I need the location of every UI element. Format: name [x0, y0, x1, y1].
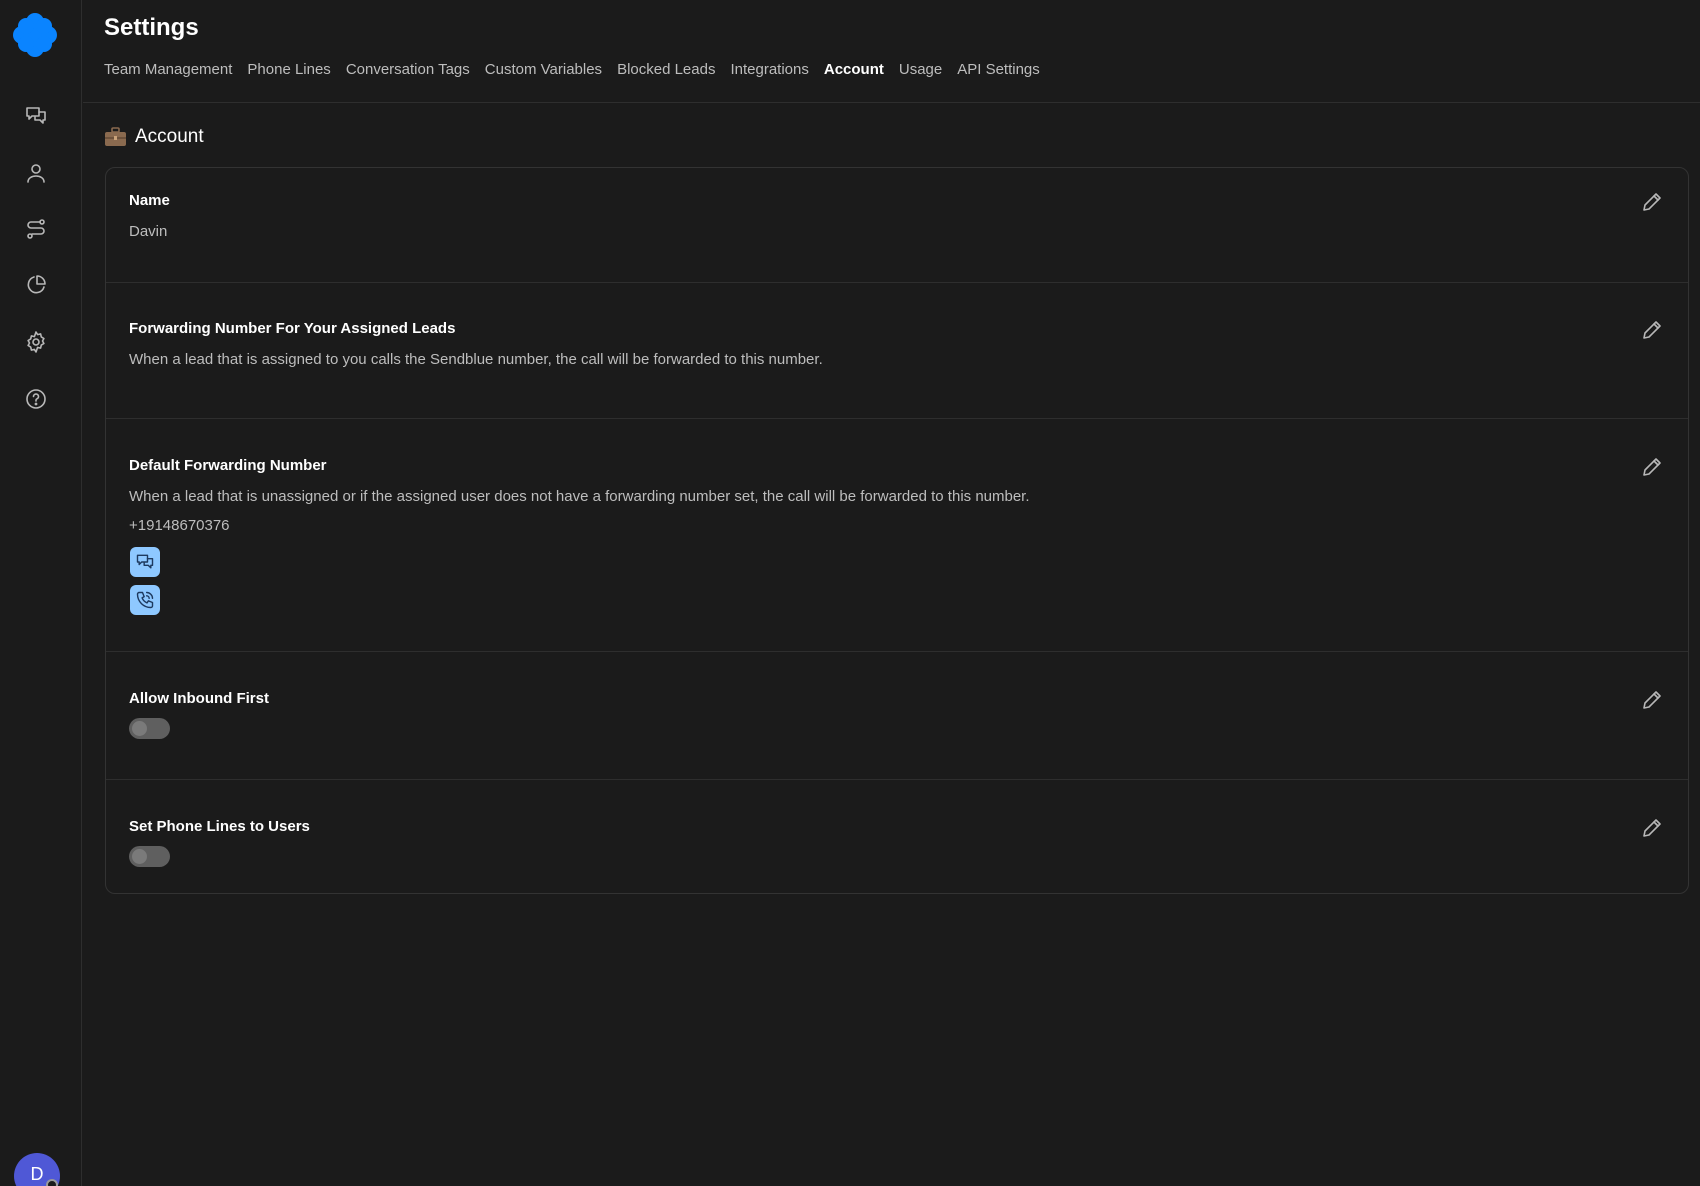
allow-inbound-first-label: Allow Inbound First	[129, 690, 269, 707]
help-nav[interactable]	[21, 384, 51, 414]
toggle-knob	[132, 849, 147, 864]
contacts-nav[interactable]	[21, 158, 51, 188]
briefcase-icon	[105, 127, 126, 146]
message-number-button[interactable]	[130, 547, 160, 577]
edit-assigned-forwarding-button[interactable]	[1640, 318, 1666, 344]
analytics-nav[interactable]	[21, 270, 51, 300]
app-root: D Settings Team Management Phone Lines C…	[0, 0, 1700, 1186]
set-phone-lines-setting: Set Phone Lines to Users	[106, 780, 1688, 895]
pencil-icon	[1643, 819, 1661, 837]
pencil-icon	[1643, 691, 1661, 709]
sidebar: D	[0, 0, 82, 1186]
tab-usage[interactable]: Usage	[899, 61, 942, 78]
sendblue-logo[interactable]	[12, 12, 58, 58]
chat-bubbles-icon	[26, 107, 46, 124]
default-forwarding-number: +19148670376	[129, 517, 230, 534]
user-avatar[interactable]: D	[14, 1153, 60, 1186]
pencil-icon	[1643, 193, 1661, 211]
section-heading: Account	[104, 126, 204, 148]
phone-call-icon	[136, 591, 154, 609]
status-dot	[46, 1179, 58, 1186]
pie-chart-icon	[27, 275, 46, 294]
default-forwarding-label: Default Forwarding Number	[129, 457, 327, 474]
name-label: Name	[129, 192, 170, 209]
call-number-button[interactable]	[130, 585, 160, 615]
avatar-initial: D	[30, 1164, 44, 1184]
pencil-icon	[1643, 321, 1661, 339]
routing-icon	[27, 219, 45, 239]
user-icon	[27, 164, 45, 183]
tab-integrations[interactable]: Integrations	[730, 61, 808, 78]
tab-team-management[interactable]: Team Management	[104, 61, 232, 78]
assigned-forwarding-label: Forwarding Number For Your Assigned Lead…	[129, 320, 456, 337]
tab-phone-lines[interactable]: Phone Lines	[247, 61, 330, 78]
set-phone-lines-label: Set Phone Lines to Users	[129, 818, 310, 835]
account-settings-card: Name Davin Forwarding Number For Your As…	[105, 167, 1689, 894]
tab-api-settings[interactable]: API Settings	[957, 61, 1040, 78]
assigned-forwarding-description: When a lead that is assigned to you call…	[129, 351, 823, 368]
settings-nav[interactable]	[21, 327, 51, 357]
tab-blocked-leads[interactable]: Blocked Leads	[617, 61, 715, 78]
assigned-forwarding-setting: Forwarding Number For Your Assigned Lead…	[106, 283, 1688, 419]
tab-account[interactable]: Account	[824, 61, 884, 78]
default-forwarding-setting: Default Forwarding Number When a lead th…	[106, 419, 1688, 652]
default-forwarding-description: When a lead that is unassigned or if the…	[129, 488, 1030, 505]
tab-conversation-tags[interactable]: Conversation Tags	[346, 61, 470, 78]
page-title: Settings	[104, 14, 199, 41]
page-header: Settings Team Management Phone Lines Con…	[83, 0, 1700, 103]
help-circle-icon	[26, 389, 46, 409]
tab-custom-variables[interactable]: Custom Variables	[485, 61, 602, 78]
routing-nav[interactable]	[21, 214, 51, 244]
name-setting: Name Davin	[106, 168, 1688, 283]
name-value: Davin	[129, 223, 168, 240]
edit-default-forwarding-button[interactable]	[1640, 455, 1666, 481]
toggle-knob	[132, 721, 147, 736]
allow-inbound-first-toggle[interactable]	[129, 718, 170, 739]
edit-allow-inbound-first-button[interactable]	[1640, 688, 1666, 714]
pencil-icon	[1643, 458, 1661, 476]
gear-icon	[27, 331, 45, 353]
conversations-nav[interactable]	[21, 101, 51, 131]
set-phone-lines-toggle[interactable]	[129, 846, 170, 867]
edit-name-button[interactable]	[1640, 190, 1666, 216]
chat-icon	[136, 554, 154, 569]
settings-tabs: Team Management Phone Lines Conversation…	[104, 61, 1040, 78]
section-title: Account	[135, 126, 204, 147]
edit-set-phone-lines-button[interactable]	[1640, 816, 1666, 842]
allow-inbound-first-setting: Allow Inbound First	[106, 652, 1688, 780]
